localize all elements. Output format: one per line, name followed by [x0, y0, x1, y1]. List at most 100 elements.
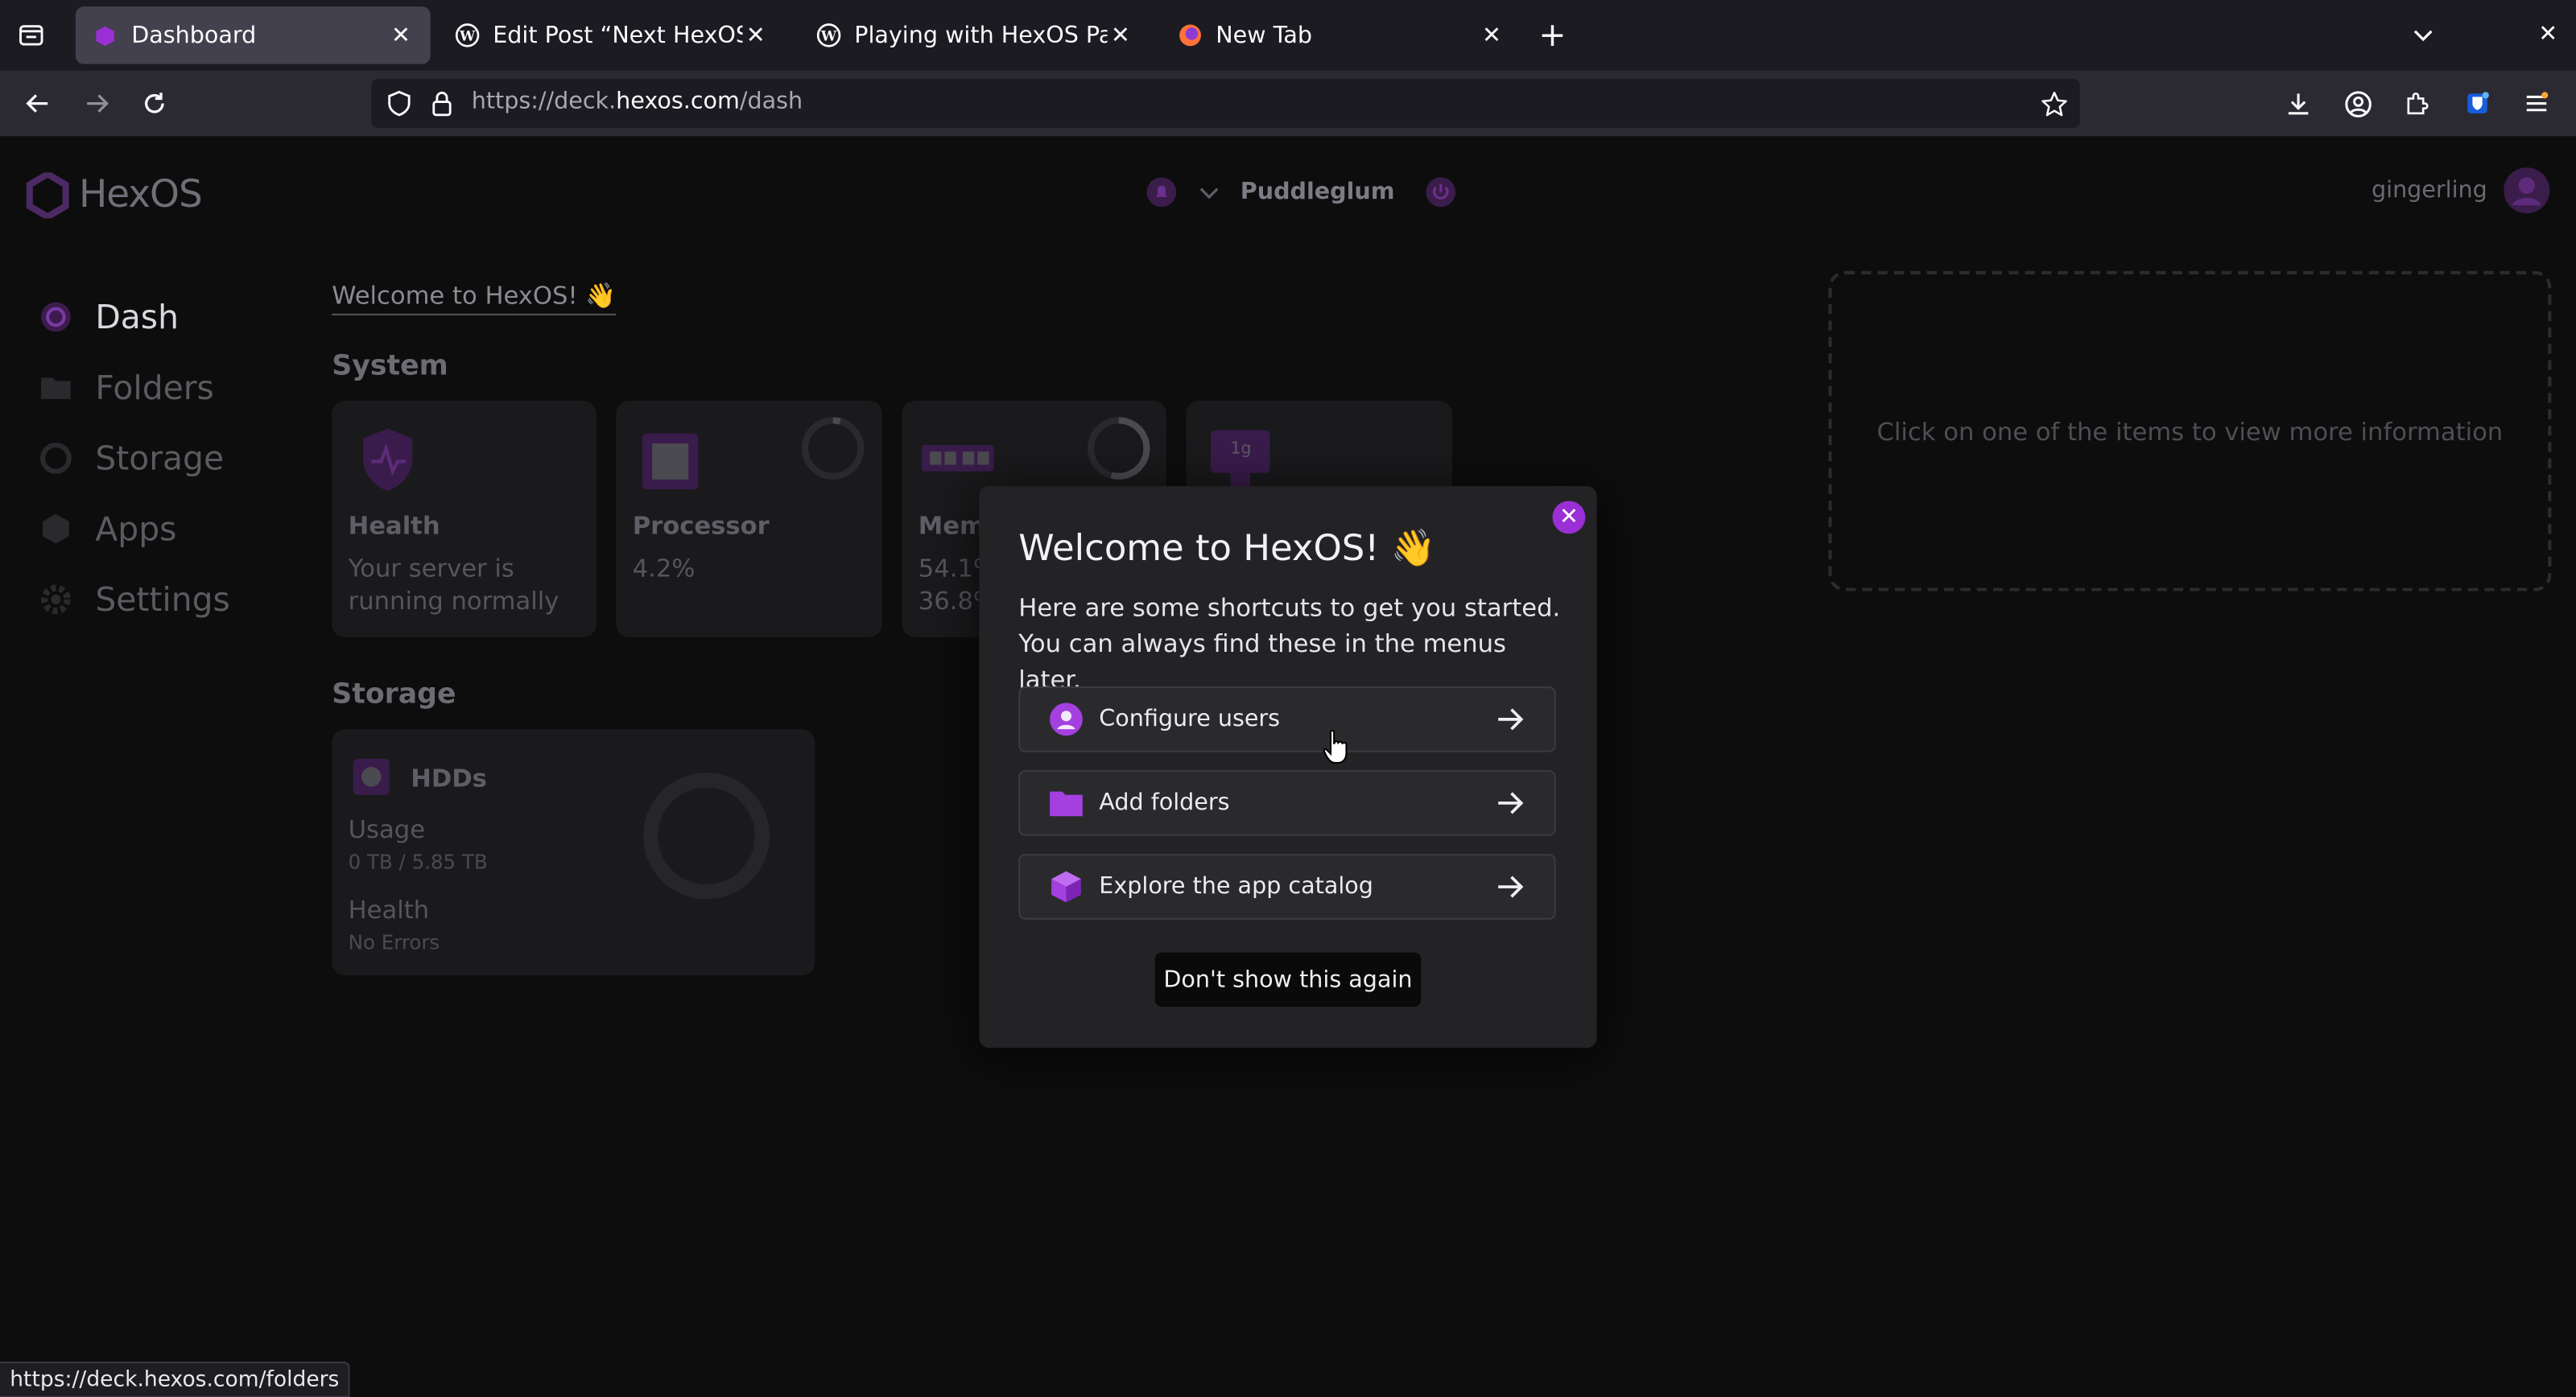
url-path: /dash: [739, 89, 803, 115]
hexos-favicon-icon: [92, 23, 118, 49]
tab-new-tab[interactable]: New Tab ✕: [1160, 6, 1521, 64]
storage-title: Storage: [332, 678, 456, 711]
configure-users-button[interactable]: Configure users: [1018, 686, 1556, 752]
sidebar-item-folders[interactable]: Folders: [39, 352, 230, 422]
gear-icon: [41, 583, 71, 614]
list-all-tabs-button[interactable]: [2405, 16, 2442, 52]
sidebar-item-storage[interactable]: Storage: [39, 422, 230, 492]
shortcut-label: Configure users: [1099, 706, 1281, 733]
sidebar-item-label: Storage: [95, 437, 225, 477]
chevron-down-icon[interactable]: [1198, 180, 1221, 204]
account-icon: [2344, 90, 2371, 117]
bell-icon[interactable]: [1145, 175, 1178, 208]
modal-description: Here are some shortcuts to get you start…: [1018, 592, 1561, 695]
forward-button[interactable]: [79, 85, 115, 122]
arrow-right-icon: [87, 94, 109, 113]
hdd-health-label: Health: [348, 895, 430, 925]
hdd-usage-gauge: [642, 773, 770, 900]
close-tab-icon[interactable]: ✕: [1479, 23, 1505, 49]
bookmark-star-button[interactable]: [2037, 87, 2070, 120]
reload-icon: [145, 93, 164, 113]
sidebar-item-settings[interactable]: Settings: [39, 563, 230, 634]
svg-text:W: W: [819, 29, 836, 45]
arrow-right-icon: [1498, 876, 1524, 898]
tab-playing-hexos[interactable]: W Playing with HexOS Part 1 ✕: [799, 6, 1150, 64]
hdd-usage-label: Usage: [348, 814, 426, 844]
explore-app-catalog-button[interactable]: Explore the app catalog: [1018, 854, 1556, 920]
bitwarden-extension-button[interactable]: [2459, 85, 2496, 122]
url-bar[interactable]: https://deck.hexos.com/dash: [371, 78, 2080, 129]
add-folders-button[interactable]: Add folders: [1018, 770, 1556, 836]
url-text[interactable]: https://deck.hexos.com/dash: [472, 89, 803, 115]
tab-dashboard[interactable]: Dashboard ✕: [75, 6, 431, 64]
dash-icon: [41, 301, 71, 332]
window-close-button[interactable]: ✕: [2530, 16, 2566, 52]
health-card[interactable]: Health Your server is running normally: [332, 400, 597, 637]
url-prefix: https://deck.: [471, 89, 617, 115]
downloads-button[interactable]: [2281, 85, 2317, 122]
account-button[interactable]: [2339, 85, 2376, 122]
cube-icon: [43, 513, 69, 543]
puzzle-icon: [2407, 93, 2429, 115]
hdd-health-value: No Errors: [348, 931, 440, 954]
dont-show-again-button[interactable]: Don't show this again: [1154, 952, 1422, 1008]
network-badge: 1g: [1230, 439, 1252, 459]
close-tab-icon[interactable]: ✕: [388, 23, 415, 49]
close-tab-icon[interactable]: ✕: [1107, 23, 1133, 49]
tab-list-icon: [19, 25, 43, 46]
hdd-card[interactable]: HDDs Usage 0 TB / 5.85 TB Health No Erro…: [332, 729, 815, 976]
modal-close-button[interactable]: ✕: [1552, 501, 1586, 534]
new-tab-button[interactable]: +: [1534, 14, 1571, 55]
arrow-left-icon: [26, 94, 48, 113]
hdd-icon: [353, 758, 390, 795]
close-icon: ✕: [2538, 21, 2558, 48]
shield-icon[interactable]: [385, 89, 415, 118]
hexos-logo-icon: [26, 172, 69, 219]
firefox-favicon-icon: [1176, 23, 1203, 49]
app-menu-button[interactable]: [2519, 85, 2555, 122]
welcome-link[interactable]: Welcome to HexOS! 👋: [332, 281, 617, 315]
reload-button[interactable]: [136, 85, 172, 122]
sidebar-item-label: Apps: [95, 508, 177, 548]
wordpress-favicon-icon: W: [815, 23, 841, 49]
lock-icon[interactable]: [427, 89, 457, 118]
close-icon: ✕: [1558, 504, 1579, 531]
link-status-bar: https://deck.hexos.com/folders: [0, 1361, 351, 1397]
server-selector[interactable]: Puddleglum: [1145, 175, 1457, 208]
processor-title: Processor: [632, 510, 770, 541]
sidebar-item-dash[interactable]: Dash: [39, 281, 230, 352]
sidebar-item-label: Dash: [95, 296, 179, 336]
tab-title: Dashboard: [131, 22, 257, 49]
extensions-button[interactable]: [2399, 85, 2435, 122]
modal-title: Welcome to HexOS! 👋: [1018, 529, 1436, 571]
tab-title: Edit Post “Next HexOS” ‹: [493, 22, 742, 49]
user-menu[interactable]: gingerling: [2372, 167, 2550, 214]
cube-icon: [1051, 871, 1081, 903]
tab-title: Playing with HexOS Part 1: [854, 22, 1107, 49]
health-title: Health: [348, 510, 440, 541]
sidebar: Dash Folders Storage Apps Settings: [39, 281, 230, 634]
info-hint: Click on one of the items to view more i…: [1876, 416, 2504, 447]
shortcut-label: Add folders: [1099, 789, 1230, 817]
hexos-logo[interactable]: HexOS: [26, 172, 203, 219]
folder-icon: [1050, 791, 1083, 817]
tab-edit-post[interactable]: W Edit Post “Next HexOS” ‹ ✕: [437, 6, 786, 64]
chevron-down-icon: [2413, 30, 2433, 42]
tab-list-button[interactable]: [13, 16, 49, 52]
memory-icon: [921, 445, 994, 472]
plus-icon: +: [1538, 14, 1567, 55]
browser-nav-bar: https://deck.hexos.com/dash: [0, 70, 2576, 137]
download-icon: [2288, 93, 2309, 115]
close-tab-icon[interactable]: ✕: [742, 23, 769, 49]
server-name: Puddleglum: [1240, 179, 1395, 206]
sidebar-item-apps[interactable]: Apps: [39, 492, 230, 563]
url-host: hexos.com: [616, 89, 740, 115]
health-value: Your server is running normally: [348, 553, 559, 616]
back-button[interactable]: [19, 85, 56, 122]
processor-card[interactable]: Processor 4.2%: [616, 400, 882, 637]
sidebar-item-label: Settings: [95, 579, 230, 619]
network-port-icon: [1211, 430, 1270, 487]
power-icon[interactable]: [1424, 175, 1457, 208]
processor-value: 4.2%: [632, 553, 696, 583]
wordpress-favicon-icon: W: [453, 23, 480, 49]
